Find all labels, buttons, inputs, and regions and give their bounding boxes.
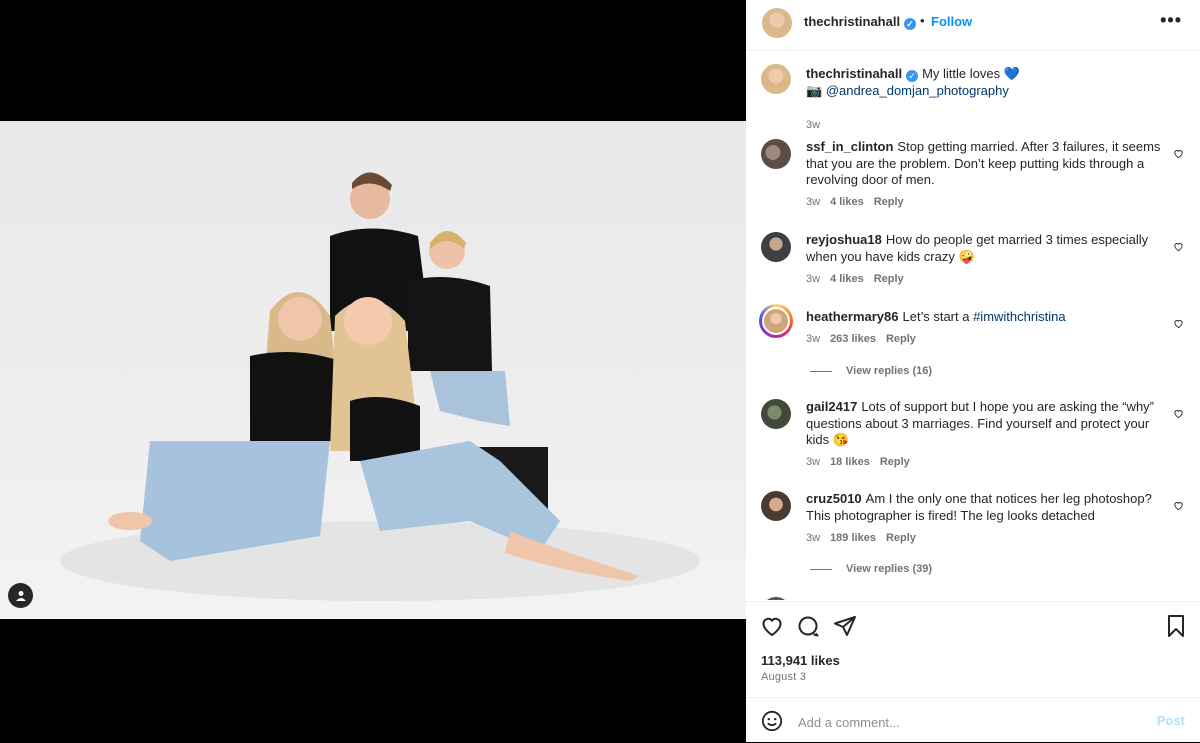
commenter-username[interactable]: gail2417: [806, 399, 857, 414]
user-tag-icon: [15, 590, 26, 601]
commenter-avatar[interactable]: [761, 491, 791, 521]
view-replies-button[interactable]: View replies (16): [810, 365, 932, 377]
comment-age: 3w: [806, 333, 821, 345]
caption-meta: 3w: [806, 119, 830, 131]
comment-text: heathermary86 Let’s start a #imwithchrist…: [806, 309, 1161, 326]
post-actions: 113,941 likes August 3: [746, 601, 1200, 697]
bookmark-icon[interactable]: [1164, 614, 1188, 638]
comment-age: 3w: [806, 273, 821, 285]
camera-icon: 📷: [806, 82, 823, 98]
comment-likes[interactable]: 189 likes: [830, 532, 876, 544]
replies-divider: [810, 568, 832, 570]
author-avatar[interactable]: [761, 64, 791, 94]
like-comment-heart-icon[interactable]: [1173, 408, 1184, 419]
comment-likes[interactable]: 18 likes: [830, 456, 870, 468]
post-photo[interactable]: [0, 121, 746, 619]
commenter-avatar[interactable]: [762, 307, 790, 335]
reply-button[interactable]: Reply: [874, 273, 904, 285]
follow-button[interactable]: Follow: [931, 14, 972, 29]
commenter-avatar[interactable]: [761, 139, 791, 169]
author-username[interactable]: thechristinahall ✓: [804, 14, 917, 30]
comment-meta: 3w 4 likes Reply: [806, 196, 914, 208]
like-comment-heart-icon[interactable]: [1173, 148, 1184, 159]
post-header: thechristinahall ✓ • Follow •••: [746, 0, 1200, 51]
view-replies-label[interactable]: View replies (16): [846, 365, 932, 377]
comment-input[interactable]: [796, 710, 1140, 734]
comment-meta: 3w 263 likes Reply: [806, 333, 926, 345]
reply-button[interactable]: Reply: [880, 456, 910, 468]
comment-composer: Post: [746, 697, 1200, 743]
emoji-icon[interactable]: [761, 710, 783, 732]
user-tag-button[interactable]: [8, 583, 33, 608]
commenter-username[interactable]: reyjoshua18: [806, 232, 882, 247]
comments-list[interactable]: thechristinahall ✓ My little loves 💙 📷 @an…: [746, 51, 1200, 600]
caption-username[interactable]: thechristinahall: [806, 66, 902, 81]
like-comment-heart-icon[interactable]: [1173, 241, 1184, 252]
caption-main: My little loves 💙: [922, 66, 1020, 81]
comment-meta: 3w 189 likes Reply: [806, 532, 926, 544]
verified-icon: ✓: [906, 70, 919, 82]
like-comment-heart-icon[interactable]: [1173, 500, 1184, 511]
view-replies-label[interactable]: View replies (39): [846, 563, 932, 575]
share-icon[interactable]: [833, 614, 857, 638]
comment-text: ssf_in_clinton Stop getting married. Afte…: [806, 139, 1161, 189]
comment-age: 3w: [806, 196, 821, 208]
more-icon[interactable]: •••: [1160, 10, 1182, 31]
comment-icon[interactable]: [796, 614, 820, 638]
author-avatar[interactable]: [762, 8, 792, 38]
instagram-post-viewer: thechristinahall ✓ • Follow ••• thechrist…: [0, 0, 1200, 742]
comment-text: cruz5010 Am I the only one that notices h…: [806, 491, 1161, 524]
reply-button[interactable]: Reply: [886, 532, 916, 544]
likes-count[interactable]: 113,941 likes: [761, 653, 840, 668]
reply-button[interactable]: Reply: [886, 333, 916, 345]
post-date: August 3: [761, 671, 807, 683]
media-panel: [0, 0, 746, 742]
caption-age: 3w: [806, 119, 821, 131]
comment-content: Let’s start a: [902, 309, 974, 324]
replies-divider: [810, 370, 832, 372]
comment-likes[interactable]: 4 likes: [830, 273, 864, 285]
comment-likes[interactable]: 4 likes: [830, 196, 864, 208]
header-separator: •: [920, 13, 925, 28]
family-photo-illustration: [60, 172, 700, 601]
author-name-text[interactable]: thechristinahall: [804, 14, 900, 29]
commenter-avatar-partial[interactable]: [761, 597, 791, 600]
view-replies-button[interactable]: View replies (39): [810, 563, 932, 575]
comment-text: gail2417 Lots of support but I hope you a…: [806, 399, 1161, 449]
post-comment-button[interactable]: Post: [1157, 713, 1185, 728]
heart-icon[interactable]: [760, 614, 784, 638]
commenter-avatar[interactable]: [761, 232, 791, 262]
comment-age: 3w: [806, 456, 821, 468]
commenter-username[interactable]: ssf_in_clinton: [806, 139, 893, 154]
caption-text: thechristinahall ✓ My little loves 💙 📷 @an…: [806, 66, 1161, 99]
hashtag-link[interactable]: #imwithchristina: [973, 309, 1065, 324]
commenter-username[interactable]: heathermary86: [806, 309, 899, 324]
comment-content: Lots of support but I hope you are askin…: [806, 399, 1154, 447]
comment-meta: 3w 4 likes Reply: [806, 273, 914, 285]
verified-icon: ✓: [904, 18, 917, 30]
like-comment-heart-icon[interactable]: [1173, 318, 1184, 329]
commenter-avatar[interactable]: [761, 399, 791, 429]
reply-button[interactable]: Reply: [874, 196, 904, 208]
commenter-username[interactable]: cruz5010: [806, 491, 862, 506]
post-side-panel: thechristinahall ✓ • Follow ••• thechrist…: [746, 0, 1200, 742]
comment-text: reyjoshua18 How do people get married 3 t…: [806, 232, 1161, 265]
photographer-mention-link[interactable]: @andrea_domjan_photography: [826, 83, 1009, 98]
comment-meta: 3w 18 likes Reply: [806, 456, 920, 468]
comment-age: 3w: [806, 532, 821, 544]
comment-likes[interactable]: 263 likes: [830, 333, 876, 345]
